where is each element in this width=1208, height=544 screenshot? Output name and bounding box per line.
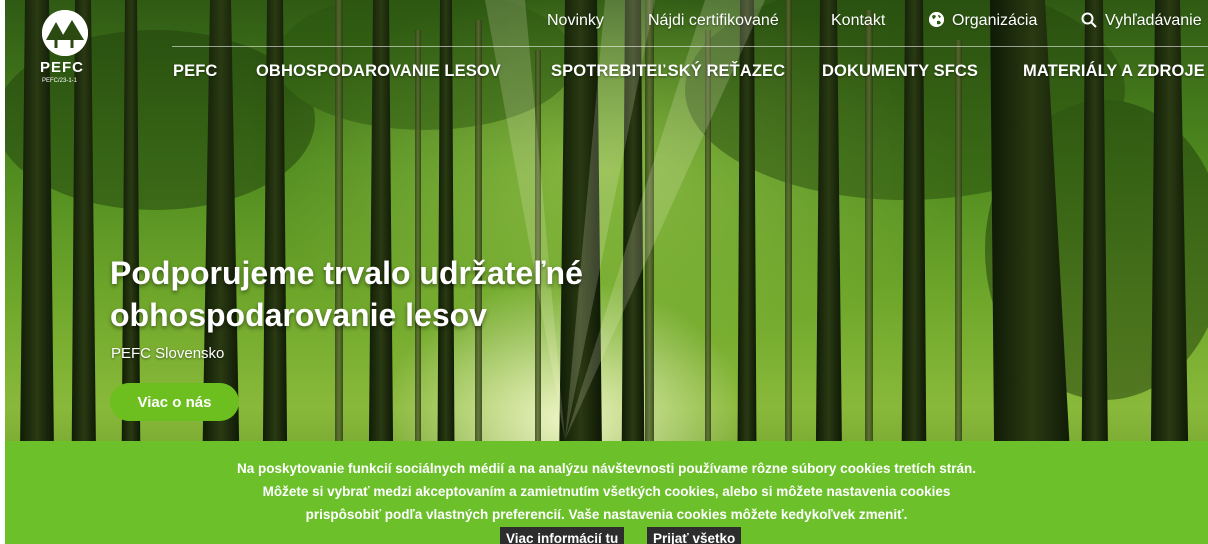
hero-title-line2: obhospodarovanie lesov [110, 297, 487, 333]
nav-item-materials-resources[interactable]: MATERIÁLY A ZDROJE [1023, 62, 1205, 81]
logo-code: PEFC/23-1-1 [42, 78, 78, 84]
cookie-text-line1: Na poskytovanie funkcií sociálnych médií… [237, 461, 976, 476]
hero-title-line1: Podporujeme trvalo udržateľné [110, 255, 583, 291]
hero-title: Podporujeme trvalo udržateľné obhospodar… [110, 252, 670, 336]
nav-item-pefc[interactable]: PEFC [173, 62, 217, 81]
globe-icon [929, 12, 944, 27]
util-link-search[interactable]: Vyhľadávanie [1081, 12, 1202, 30]
search-icon [1081, 12, 1097, 28]
cookie-accept-all-button[interactable]: Prijať všetko [647, 527, 742, 544]
nav-item-chain-of-custody[interactable]: SPOTREBITEĽSKÝ REŤAZEC [551, 62, 785, 81]
hero-subtitle: PEFC Slovensko [111, 345, 225, 362]
search-label: Vyhľadávanie [1105, 12, 1202, 29]
util-link-find-certified[interactable]: Nájdi certifikované [648, 12, 779, 30]
cookie-text-line2: Môžete si vybrať medzi akceptovaním a za… [262, 484, 951, 499]
cookie-text: Na poskytovanie funkcií sociálnych médií… [5, 457, 1208, 526]
more-about-us-button[interactable]: Viac o nás [110, 383, 239, 421]
logo-wordmark: PEFC [40, 59, 85, 76]
util-link-organization[interactable]: Organizácia [929, 12, 1037, 30]
nav-item-sfcs-documents[interactable]: DOKUMENTY SFCS [822, 62, 978, 81]
util-link-contact[interactable]: Kontakt [831, 12, 885, 30]
cookie-more-info-button[interactable]: Viac informácií tu [500, 527, 625, 544]
nav-item-forest-management[interactable]: OBHOSPODAROVANIE LESOV [256, 62, 501, 81]
organization-label: Organizácia [952, 12, 1038, 29]
nav-divider [172, 46, 1208, 47]
logo-trees-icon [42, 10, 88, 56]
pefc-logo[interactable]: PEFC PEFC/23-1-1 [36, 10, 100, 86]
page: PEFC PEFC/23-1-1 Novinky Nájdi certifiko… [0, 0, 1208, 544]
cookie-text-line3: prispôsobiť podľa vlastných preferencií.… [305, 507, 908, 522]
util-link-news[interactable]: Novinky [547, 12, 604, 30]
